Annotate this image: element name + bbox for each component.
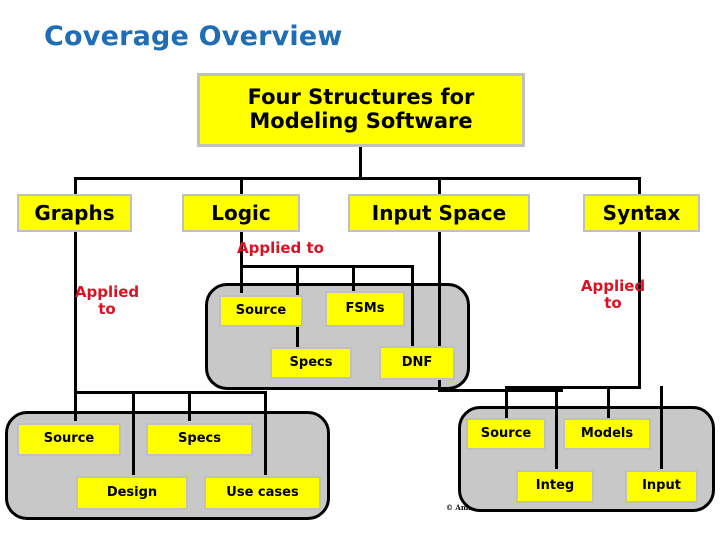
artifact-label-graphs-use-cases: Use cases — [226, 484, 299, 500]
connector-drop-input-space — [438, 177, 441, 195]
slide-canvas: Coverage Overview Four Structures for Mo… — [0, 0, 720, 540]
connector-logic-to-fsms — [352, 265, 355, 293]
artifact-node-logic-source[interactable]: Source — [219, 295, 303, 327]
structure-label-syntax: Syntax — [602, 200, 681, 225]
structure-node-logic[interactable]: Logic — [182, 194, 300, 232]
root-node-line1: Four Structures for — [247, 85, 475, 110]
connector-drop-logic — [240, 177, 243, 195]
artifact-label-logic-fsms: FSMs — [345, 300, 385, 316]
connector-logic-to-dnf — [411, 265, 414, 347]
connector-drop-graphs — [74, 177, 77, 195]
artifact-label-syntax-integ: Integ — [535, 478, 575, 494]
connector-input-space-bus — [438, 389, 563, 392]
structure-label-input-space: Input Space — [371, 200, 507, 225]
artifact-label-graphs-specs: Specs — [178, 431, 221, 447]
artifact-label-logic-dnf: DNF — [401, 354, 433, 370]
artifact-label-syntax-input: Input — [642, 478, 681, 494]
connector-graphs-to-use-cases — [264, 391, 267, 475]
structure-label-graphs: Graphs — [34, 200, 115, 225]
artifact-label-graphs-design: Design — [106, 484, 158, 500]
artifact-label-graphs-source: Source — [43, 431, 95, 447]
connector-root-bus — [74, 177, 641, 180]
annotation-logic-applied-to: Applied to — [237, 239, 324, 257]
artifact-node-graphs-source[interactable]: Source — [17, 423, 121, 456]
artifact-node-logic-fsms[interactable]: FSMs — [325, 291, 405, 327]
annotation-graphs-applied-to: Applied to — [74, 283, 140, 318]
artifact-node-graphs-specs[interactable]: Specs — [146, 423, 253, 456]
connector-graphs-to-specs — [188, 391, 191, 421]
artifact-node-syntax-models[interactable]: Models — [563, 418, 651, 450]
artifact-node-syntax-source[interactable]: Source — [466, 418, 546, 450]
structure-node-graphs[interactable]: Graphs — [17, 194, 132, 232]
artifact-node-graphs-design[interactable]: Design — [76, 476, 188, 510]
artifact-label-syntax-source: Source — [480, 425, 532, 441]
structure-label-logic: Logic — [211, 200, 271, 225]
connector-syntax-bus — [505, 386, 641, 389]
artifact-node-logic-specs[interactable]: Specs — [270, 347, 352, 379]
structure-node-input-space[interactable]: Input Space — [348, 194, 530, 232]
page-title: Coverage Overview — [44, 21, 343, 52]
artifact-label-logic-specs: Specs — [289, 354, 333, 370]
artifact-node-graphs-use-cases[interactable]: Use cases — [204, 476, 321, 510]
connector-logic-bus — [240, 265, 414, 268]
artifact-node-syntax-input[interactable]: Input — [625, 470, 698, 503]
connector-graphs-bus-ext — [188, 391, 267, 394]
connector-logic-to-source — [240, 265, 243, 293]
connector-graphs-to-source — [74, 391, 77, 421]
connector-syntax-to-integ — [555, 386, 558, 469]
structure-node-syntax[interactable]: Syntax — [583, 194, 700, 232]
artifact-label-logic-source: Source — [235, 302, 287, 318]
annotation-syntax-applied-to: Applied to — [580, 277, 646, 312]
connector-syntax-to-source — [505, 386, 508, 418]
connector-syntax-to-input — [660, 386, 663, 469]
connector-root-stem — [359, 147, 362, 179]
artifact-node-syntax-integ[interactable]: Integ — [516, 470, 594, 503]
connector-syntax-to-models — [607, 386, 610, 418]
root-node-line2: Modeling Software — [249, 109, 473, 133]
artifact-node-logic-dnf[interactable]: DNF — [379, 346, 455, 380]
connector-drop-syntax — [638, 177, 641, 195]
connector-graphs-to-design — [132, 391, 135, 475]
root-node-four-structures[interactable]: Four Structures for Modeling Software — [197, 73, 525, 147]
artifact-label-syntax-models: Models — [580, 425, 634, 441]
